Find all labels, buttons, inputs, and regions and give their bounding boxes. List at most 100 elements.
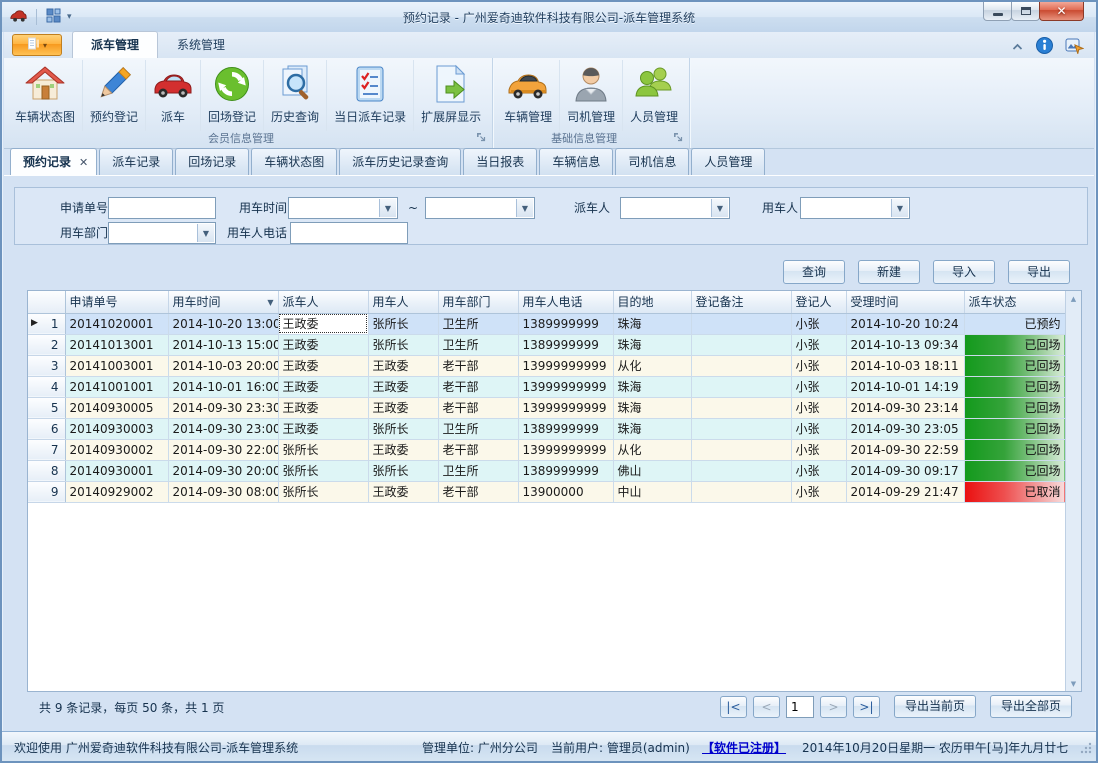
cell-dispatcher[interactable]: 王政委 (278, 313, 368, 334)
row-indicator-cell[interactable]: 1▶ (28, 313, 65, 334)
cell-passenger[interactable]: 张所长 (368, 334, 438, 355)
doc-tab-派车历史记录查询[interactable]: 派车历史记录查询 (339, 148, 461, 175)
cell-remark[interactable] (691, 313, 791, 334)
ribbon-button-人员管理[interactable]: 人员管理 (623, 60, 685, 131)
cell-order_no[interactable]: 20140930005 (65, 397, 168, 418)
cell-registrar[interactable]: 小张 (791, 439, 846, 460)
query-button[interactable]: 查询 (783, 260, 845, 284)
cell-status[interactable]: 已预约 (964, 313, 1065, 334)
column-header-用车时间[interactable]: 用车时间▼ (168, 291, 278, 313)
cell-accept_time[interactable]: 2014-09-30 23:14 (846, 397, 964, 418)
ribbon-button-扩展屏显示[interactable]: 扩展屏显示 (414, 60, 488, 131)
table-row[interactable]: 6201409300032014-09-30 23:00王政委张所长卫生所138… (28, 418, 1065, 439)
cell-dispatcher[interactable]: 王政委 (278, 376, 368, 397)
next-page-button[interactable]: > (820, 696, 847, 718)
cell-dest[interactable]: 中山 (613, 481, 691, 502)
quick-access-dropdown-icon[interactable]: ▾ (67, 12, 72, 22)
cell-use_time[interactable]: 2014-10-01 16:00 (168, 376, 278, 397)
chevron-down-icon[interactable]: ▼ (379, 199, 396, 217)
ribbon-button-派车[interactable]: 派车 (146, 60, 201, 131)
use-time-to-combo[interactable]: ▼ (425, 197, 535, 219)
quick-access-layout-icon[interactable] (46, 8, 61, 26)
doc-tab-车辆信息[interactable]: 车辆信息 (539, 148, 613, 175)
cell-order_no[interactable]: 20140930003 (65, 418, 168, 439)
dialog-launcher-icon[interactable] (476, 131, 486, 145)
ribbon-button-预约登记[interactable]: 预约登记 (83, 60, 146, 131)
cell-passenger[interactable]: 张所长 (368, 418, 438, 439)
table-row[interactable]: 2201410130012014-10-13 15:00王政委张所长卫生所138… (28, 334, 1065, 355)
cell-status[interactable]: 已回场 (964, 439, 1065, 460)
ribbon-button-历史查询[interactable]: 历史查询 (264, 60, 327, 131)
cell-passenger[interactable]: 王政委 (368, 397, 438, 418)
cell-use_time[interactable]: 2014-09-30 08:00 (168, 481, 278, 502)
software-registered-link[interactable]: 【软件已注册】 (702, 739, 786, 756)
cell-passenger[interactable]: 王政委 (368, 439, 438, 460)
cell-status[interactable]: 已回场 (964, 334, 1065, 355)
cell-passenger[interactable]: 王政委 (368, 376, 438, 397)
dispatcher-combo[interactable]: ▼ (620, 197, 730, 219)
ribbon-button-车辆管理[interactable]: 车辆管理 (497, 60, 560, 131)
cell-dept[interactable]: 老干部 (438, 355, 518, 376)
cell-status[interactable]: 已回场 (964, 460, 1065, 481)
column-header-用车部门[interactable]: 用车部门 (438, 291, 518, 313)
column-header-受理时间[interactable]: 受理时间 (846, 291, 964, 313)
cell-use_time[interactable]: 2014-10-03 20:00 (168, 355, 278, 376)
close-tab-icon[interactable]: ✕ (79, 156, 88, 169)
cell-use_time[interactable]: 2014-09-30 20:00 (168, 460, 278, 481)
cell-registrar[interactable]: 小张 (791, 481, 846, 502)
cell-dept[interactable]: 卫生所 (438, 334, 518, 355)
row-indicator-cell[interactable]: 3 (28, 355, 65, 376)
ribbon-button-回场登记[interactable]: 回场登记 (201, 60, 264, 131)
application-menu-button[interactable]: ▾ (12, 34, 62, 56)
table-row[interactable]: 3201410030012014-10-03 20:00王政委王政委老干部139… (28, 355, 1065, 376)
cell-dept[interactable]: 老干部 (438, 376, 518, 397)
vertical-scrollbar[interactable]: ▲ ▼ (1065, 291, 1081, 691)
cell-dept[interactable]: 卫生所 (438, 313, 518, 334)
dept-combo[interactable]: ▼ (108, 222, 216, 244)
scroll-down-icon[interactable]: ▼ (1066, 676, 1081, 691)
cell-use_time[interactable]: 2014-09-30 23:30 (168, 397, 278, 418)
cell-registrar[interactable]: 小张 (791, 355, 846, 376)
info-icon[interactable] (1036, 37, 1053, 57)
row-indicator-cell[interactable]: 4 (28, 376, 65, 397)
column-header-登记备注[interactable]: 登记备注 (691, 291, 791, 313)
passenger-combo[interactable]: ▼ (800, 197, 910, 219)
doc-tab-当日报表[interactable]: 当日报表 (463, 148, 537, 175)
doc-tab-司机信息[interactable]: 司机信息 (615, 148, 689, 175)
table-row[interactable]: 1▶201410200012014-10-20 13:00王政委张所长卫生所13… (28, 313, 1065, 334)
cell-dept[interactable]: 卫生所 (438, 418, 518, 439)
cell-dept[interactable]: 老干部 (438, 439, 518, 460)
order-no-input[interactable] (108, 197, 216, 219)
cell-status[interactable]: 已回场 (964, 376, 1065, 397)
cell-accept_time[interactable]: 2014-10-20 10:24 (846, 313, 964, 334)
cell-phone[interactable]: 13999999999 (518, 397, 613, 418)
cell-remark[interactable] (691, 397, 791, 418)
cell-registrar[interactable]: 小张 (791, 460, 846, 481)
cell-accept_time[interactable]: 2014-10-13 09:34 (846, 334, 964, 355)
cell-use_time[interactable]: 2014-09-30 23:00 (168, 418, 278, 439)
cell-dispatcher[interactable]: 王政委 (278, 334, 368, 355)
column-header-登记人[interactable]: 登记人 (791, 291, 846, 313)
ribbon-collapse-chevron-icon[interactable] (1011, 40, 1024, 54)
cell-remark[interactable] (691, 439, 791, 460)
row-indicator-cell[interactable]: 9 (28, 481, 65, 502)
cell-use_time[interactable]: 2014-10-20 13:00 (168, 313, 278, 334)
cell-dest[interactable]: 珠海 (613, 334, 691, 355)
cell-dispatcher[interactable]: 张所长 (278, 460, 368, 481)
cell-dispatcher[interactable]: 张所长 (278, 439, 368, 460)
cell-remark[interactable] (691, 355, 791, 376)
doc-tab-车辆状态图[interactable]: 车辆状态图 (251, 148, 337, 175)
ribbon-button-车辆状态图[interactable]: 车辆状态图 (8, 60, 83, 131)
cell-dest[interactable]: 珠海 (613, 313, 691, 334)
cell-passenger[interactable]: 王政委 (368, 355, 438, 376)
cell-dest[interactable]: 从化 (613, 439, 691, 460)
cell-remark[interactable] (691, 376, 791, 397)
table-row[interactable]: 7201409300022014-09-30 22:00张所长王政委老干部139… (28, 439, 1065, 460)
prev-page-button[interactable]: < (753, 696, 780, 718)
row-indicator-cell[interactable]: 7 (28, 439, 65, 460)
cell-dest[interactable]: 珠海 (613, 418, 691, 439)
chevron-down-icon[interactable]: ▼ (197, 224, 214, 242)
doc-tab-派车记录[interactable]: 派车记录 (99, 148, 173, 175)
row-indicator-cell[interactable]: 8 (28, 460, 65, 481)
minimize-button[interactable] (983, 2, 1012, 21)
